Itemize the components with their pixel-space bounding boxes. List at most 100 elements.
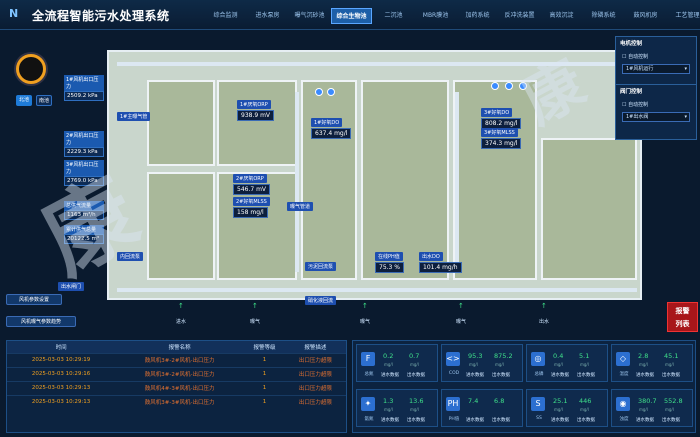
tab-10[interactable]: 鼓风机房 (625, 8, 666, 24)
blower-3-icon[interactable] (491, 82, 499, 90)
monitor-out-label: 出水数据 (577, 373, 595, 378)
table-row[interactable]: 2025-03-03 10:29:19 鼓风机3#-2#风机-出口压力 1 出口… (7, 352, 346, 367)
alarm-desc: 出口压力超限 (284, 394, 346, 409)
monitor-card[interactable]: PH PH值 7.4 6.8 进水数据 出水数据 (441, 389, 523, 427)
monitor-card[interactable]: ◎ 总磷 0.4 5.1 mg/l mg/l 进水数据 出水数据 (526, 344, 608, 382)
tab-5[interactable]: MBR膜池 (415, 8, 456, 24)
readout-4: 总供气流量 1163 m³/h (64, 201, 104, 220)
alarm-level: 1 (244, 380, 285, 395)
tab-9[interactable]: 除磷系统 (583, 8, 624, 24)
valve-auto-checkbox[interactable]: ☐ 自动控制 (622, 101, 690, 108)
tab-6[interactable]: 加药系统 (457, 8, 498, 24)
monitor-name: PH值 (448, 417, 460, 422)
nitrogen-icon: F (361, 352, 375, 366)
temperature-icon: ◇ (616, 352, 630, 366)
blower-1-icon[interactable] (315, 88, 323, 96)
south-pool-button[interactable]: 南池 (36, 95, 52, 106)
monitor-name: 温度 (619, 372, 629, 377)
blower-trend-button[interactable]: 风机曝气参数趋势 (6, 316, 76, 327)
tank-anaerobic-2[interactable] (147, 172, 215, 280)
readout-2-value: 2229.3 kPa (64, 147, 104, 157)
phosphorus-icon: ◎ (531, 352, 545, 366)
tab-2[interactable]: 曝气沉砂池 (289, 8, 330, 24)
turbidity-icon: ◉ (616, 397, 630, 411)
orp-a-label: 1#厌氧ORP (237, 100, 271, 109)
tab-8[interactable]: 高效沉淀 (541, 8, 582, 24)
blower-5-icon[interactable] (519, 82, 527, 90)
mlss-r-label: 3#好氧MLSS (481, 128, 518, 137)
monitor-in-unit: mg/l (384, 407, 393, 412)
monitor-in-value: 1.3 (383, 397, 394, 405)
monitor-card[interactable]: <> COD 95.3 875.2 mg/l mg/l 进水数据 出水数据 (441, 344, 523, 382)
tab-4[interactable]: 二沉池 (373, 8, 414, 24)
blower-4-icon[interactable] (505, 82, 513, 90)
riser-pipe-2 (455, 92, 459, 272)
monitor-name: SS (536, 416, 542, 421)
tab-0[interactable]: 综合监测 (205, 8, 246, 24)
alarm-col-level: 报警等级 (244, 341, 285, 353)
valve-control-panel: 阀门控制 ☐ 自动控制 1#出水阀 ▾ (615, 84, 697, 140)
motor-select-value: 1#风机运行 (626, 66, 654, 72)
do-r-label: 3#好氧DO (481, 108, 513, 117)
ph-icon: PH (446, 397, 460, 411)
readout-3-key: 3#风机出口压力 (64, 160, 104, 176)
outlet-arrow-icon: ↑ (362, 302, 368, 310)
ph-value: 75.3 % (375, 262, 404, 273)
blower-setting-button[interactable]: 风机参数设置 (6, 294, 62, 305)
motor-auto-checkbox[interactable]: ☐ 自动控制 (622, 53, 690, 60)
monitor-out-label: 出水数据 (577, 418, 595, 423)
outlet-label-2: 曝气 (456, 319, 467, 325)
monitor-card[interactable]: S SS 25.1 446 mg/l mg/l 进水数据 出水数据 (526, 389, 608, 427)
monitor-card[interactable]: F 总氮 0.2 0.7 mg/l mg/l 进水数据 出水数据 (356, 344, 438, 382)
motor-select[interactable]: 1#风机运行 ▾ (622, 64, 690, 74)
inlet-arrow-icon: ↑ (178, 302, 184, 310)
table-row[interactable]: 2025-03-03 10:29:13 鼓风机4#-3#风机-出口压力 1 出口… (7, 380, 346, 395)
monitor-in-unit: mg/l (554, 362, 563, 367)
orp-a-value: 938.9 mV (237, 110, 275, 121)
blower-2-icon[interactable] (327, 88, 335, 96)
monitor-card[interactable]: ◉ 浊度 380.7 552.8 mg/l mg/l 进水数据 出水数据 (611, 389, 693, 427)
monitor-out-label: 出水数据 (407, 418, 425, 423)
alarm-name: 鼓风机3#-2#风机-出口压力 (115, 352, 245, 367)
tank-aerobic-1[interactable] (301, 80, 357, 280)
monitor-card[interactable]: ✦ 氨氮 1.3 13.6 mg/l mg/l 进水数据 出水数据 (356, 389, 438, 427)
monitor-in-unit: mg/l (469, 362, 478, 367)
monitor-out-value: 446 (579, 397, 592, 405)
tank-anoxic-1[interactable] (217, 80, 297, 166)
do-a-label: 1#好氧DO (311, 118, 343, 127)
inner-label: 内回流泵 (117, 252, 144, 261)
process-diagram: 1#主曝气管 1#厌氧ORP 938.9 mV 1#好氧DO 637.4 mg/… (107, 50, 642, 305)
valve-select[interactable]: 1#出水阀 ▾ (622, 112, 690, 122)
mlss-a2-value: 158 mg/l (233, 207, 268, 218)
tank-anaerobic-1[interactable] (147, 80, 215, 166)
outlet-label-3: 出水 (539, 319, 550, 325)
tab-3[interactable]: 综合生物池 (331, 8, 372, 24)
monitor-in-label: 进水数据 (466, 418, 484, 423)
inlet-label: 进水 (176, 319, 187, 325)
tank-clarifier[interactable] (541, 138, 637, 280)
north-pool-button[interactable]: 北池 (16, 95, 32, 106)
monitor-card[interactable]: ◇ 温度 2.8 45.1 mg/l mg/l 进水数据 出水数据 (611, 344, 693, 382)
tab-7[interactable]: 反冲洗装置 (499, 8, 540, 24)
monitor-out-unit: mg/l (665, 362, 674, 367)
tab-11[interactable]: 工艺管理 (667, 8, 700, 24)
monitor-out-value: 552.8 (664, 397, 683, 405)
readout-5-key: 累计供气总量 (64, 225, 104, 234)
alarm-col-name: 报警名称 (115, 341, 245, 353)
monitor-in-label: 进水数据 (551, 418, 569, 423)
alarm-level: 1 (244, 366, 285, 381)
monitor-out-value: 0.7 (409, 352, 420, 360)
readout-3: 3#风机出口压力 2769.0 kPa (64, 160, 104, 186)
tank-aerobic-2[interactable] (361, 80, 449, 280)
monitor-in-value: 0.2 (383, 352, 394, 360)
monitor-out-unit: mg/l (495, 362, 504, 367)
readout-4-key: 总供气流量 (64, 201, 104, 210)
monitor-out-value: 45.1 (664, 352, 679, 360)
monitor-out-label: 出水数据 (407, 373, 425, 378)
tab-1[interactable]: 进水泵房 (247, 8, 288, 24)
sludge-label: 污泥回流泵 (305, 262, 337, 271)
table-row[interactable]: 2025-03-03 10:29:16 鼓风机3#-2#风机-出口压力 1 出口… (7, 366, 346, 381)
monitor-in-label: 进水数据 (636, 418, 654, 423)
table-row[interactable]: 2025-03-03 10:29:13 鼓风机3#-3#风机-出口压力 1 出口… (7, 394, 346, 409)
alarm-list-button[interactable]: 报警 列表 (667, 302, 698, 332)
